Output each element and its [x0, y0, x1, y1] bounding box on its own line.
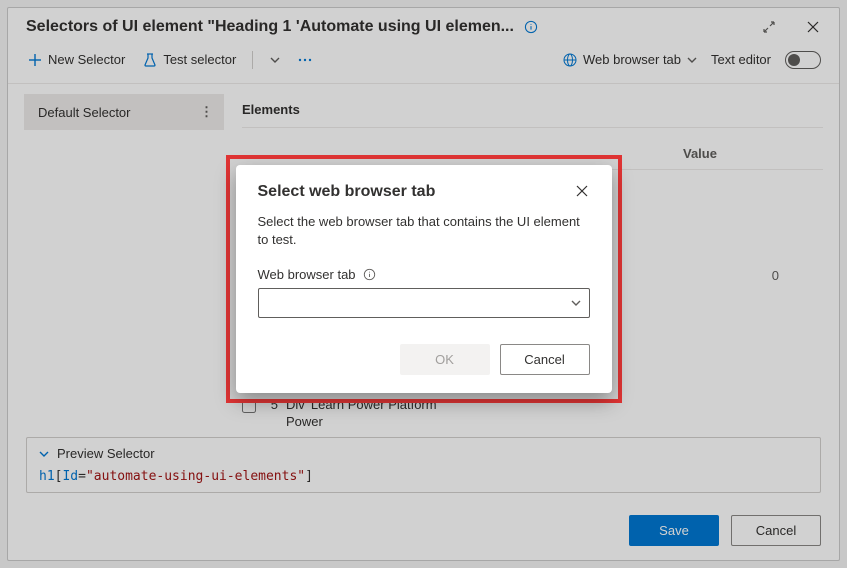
- modal-description: Select the web browser tab that contains…: [258, 213, 590, 249]
- field-label: Web browser tab: [258, 267, 590, 282]
- modal-close-icon[interactable]: [574, 183, 590, 199]
- select-web-tab-modal: Select web browser tab Select the web br…: [236, 165, 612, 393]
- web-browser-tab-select[interactable]: [258, 288, 590, 318]
- chevron-down-icon: [571, 298, 581, 308]
- modal-overlay: Select web browser tab Select the web br…: [0, 0, 847, 568]
- info-icon[interactable]: [362, 267, 377, 282]
- ok-button: OK: [400, 344, 490, 375]
- modal-title: Select web browser tab: [258, 183, 574, 201]
- modal-highlight-frame: Select web browser tab Select the web br…: [226, 155, 622, 403]
- modal-cancel-button[interactable]: Cancel: [500, 344, 590, 375]
